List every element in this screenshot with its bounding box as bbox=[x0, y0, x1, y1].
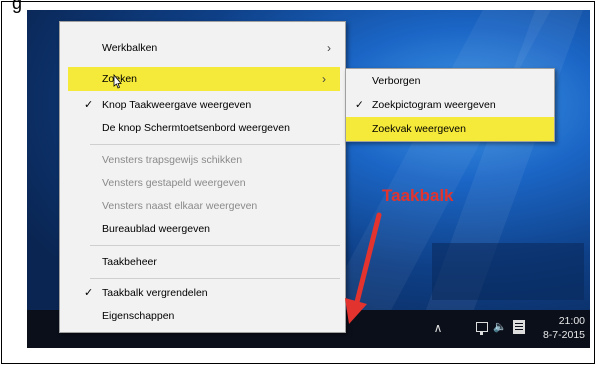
annotation-label: Taakbalk bbox=[382, 186, 454, 205]
menu-item-eigenschappen[interactable]: Eigenschappen bbox=[60, 304, 345, 328]
menu-item-label: Knop Taakweergave weergeven bbox=[102, 99, 252, 111]
menu-item-label: Vensters trapsgewijs schikken bbox=[102, 154, 243, 166]
taskbar-clock[interactable]: 21:00 8-7-2015 bbox=[533, 314, 585, 342]
submenu-item-zoekpictogram[interactable]: ✓ Zoekpictogram weergeven bbox=[346, 93, 554, 117]
chevron-right-icon: › bbox=[322, 72, 326, 86]
check-icon: ✓ bbox=[84, 287, 94, 299]
chevron-up-icon[interactable]: ∧ bbox=[431, 321, 445, 335]
menu-item-gestapeld: Vensters gestapeld weergeven bbox=[60, 171, 345, 195]
menu-item-vergrendelen[interactable]: ✓ Taakbalk vergrendelen bbox=[60, 281, 345, 305]
menu-item-label: Vensters gestapeld weergeven bbox=[102, 177, 246, 189]
menu-item-label: Werkbalken bbox=[102, 42, 158, 54]
menu-item-label: Vensters naast elkaar weergeven bbox=[102, 200, 258, 212]
menu-separator bbox=[90, 144, 340, 145]
menu-separator bbox=[90, 278, 340, 279]
menu-item-werkbalken[interactable]: Werkbalken › bbox=[60, 36, 345, 60]
network-icon[interactable] bbox=[476, 322, 488, 335]
menu-item-label: De knop Schermtoetsenbord weergeven bbox=[102, 122, 290, 134]
submenu-item-label: Zoekvak weergeven bbox=[372, 123, 466, 135]
check-icon: ✓ bbox=[84, 99, 94, 111]
annotation-arrow-icon bbox=[345, 212, 382, 324]
menu-item-knop-taakweergave[interactable]: ✓ Knop Taakweergave weergeven bbox=[60, 93, 345, 117]
cropped-heading-text: g bbox=[12, 0, 23, 13]
clock-time: 21:00 bbox=[558, 315, 585, 327]
submenu-item-label: Verborgen bbox=[372, 75, 421, 87]
chevron-right-icon: › bbox=[327, 41, 331, 55]
menu-item-zoeken[interactable]: Zoeken › bbox=[68, 67, 340, 91]
screenshot-frame: g ∧ 🔈 21:00 8-7-2015 Werkbalken › Zoeken… bbox=[1, 0, 595, 364]
desktop: ∧ 🔈 21:00 8-7-2015 Werkbalken › Zoeken ›… bbox=[27, 10, 590, 348]
menu-item-bureaublad[interactable]: Bureaublad weergeven bbox=[60, 217, 345, 241]
menu-item-trapsgewijs: Vensters trapsgewijs schikken bbox=[60, 148, 345, 172]
submenu-item-label: Zoekpictogram weergeven bbox=[372, 99, 496, 111]
wallpaper-window-pane bbox=[432, 243, 584, 300]
menu-separator bbox=[90, 245, 340, 246]
action-center-icon[interactable] bbox=[513, 320, 525, 334]
check-icon: ✓ bbox=[355, 99, 364, 111]
volume-icon[interactable]: 🔈 bbox=[493, 320, 507, 333]
mouse-pointer-icon bbox=[113, 74, 122, 89]
submenu-item-verborgen[interactable]: Verborgen bbox=[346, 69, 554, 93]
menu-item-label: Taakbalk vergrendelen bbox=[102, 287, 208, 299]
zoeken-submenu: Verborgen ✓ Zoekpictogram weergeven Zoek… bbox=[345, 68, 555, 142]
clock-date: 8-7-2015 bbox=[542, 329, 585, 341]
menu-item-taakbeheer[interactable]: Taakbeheer bbox=[60, 250, 345, 274]
menu-item-label: Eigenschappen bbox=[102, 310, 175, 322]
menu-item-label: Bureaublad weergeven bbox=[102, 223, 210, 235]
submenu-item-zoekvak[interactable]: Zoekvak weergeven bbox=[346, 117, 554, 141]
taskbar-context-menu: Werkbalken › Zoeken › ✓ Knop Taakweergav… bbox=[59, 21, 346, 333]
menu-item-label: Taakbeheer bbox=[102, 256, 157, 268]
menu-item-naast-elkaar: Vensters naast elkaar weergeven bbox=[60, 194, 345, 218]
menu-item-schermtoetsenbord[interactable]: De knop Schermtoetsenbord weergeven bbox=[60, 116, 345, 140]
